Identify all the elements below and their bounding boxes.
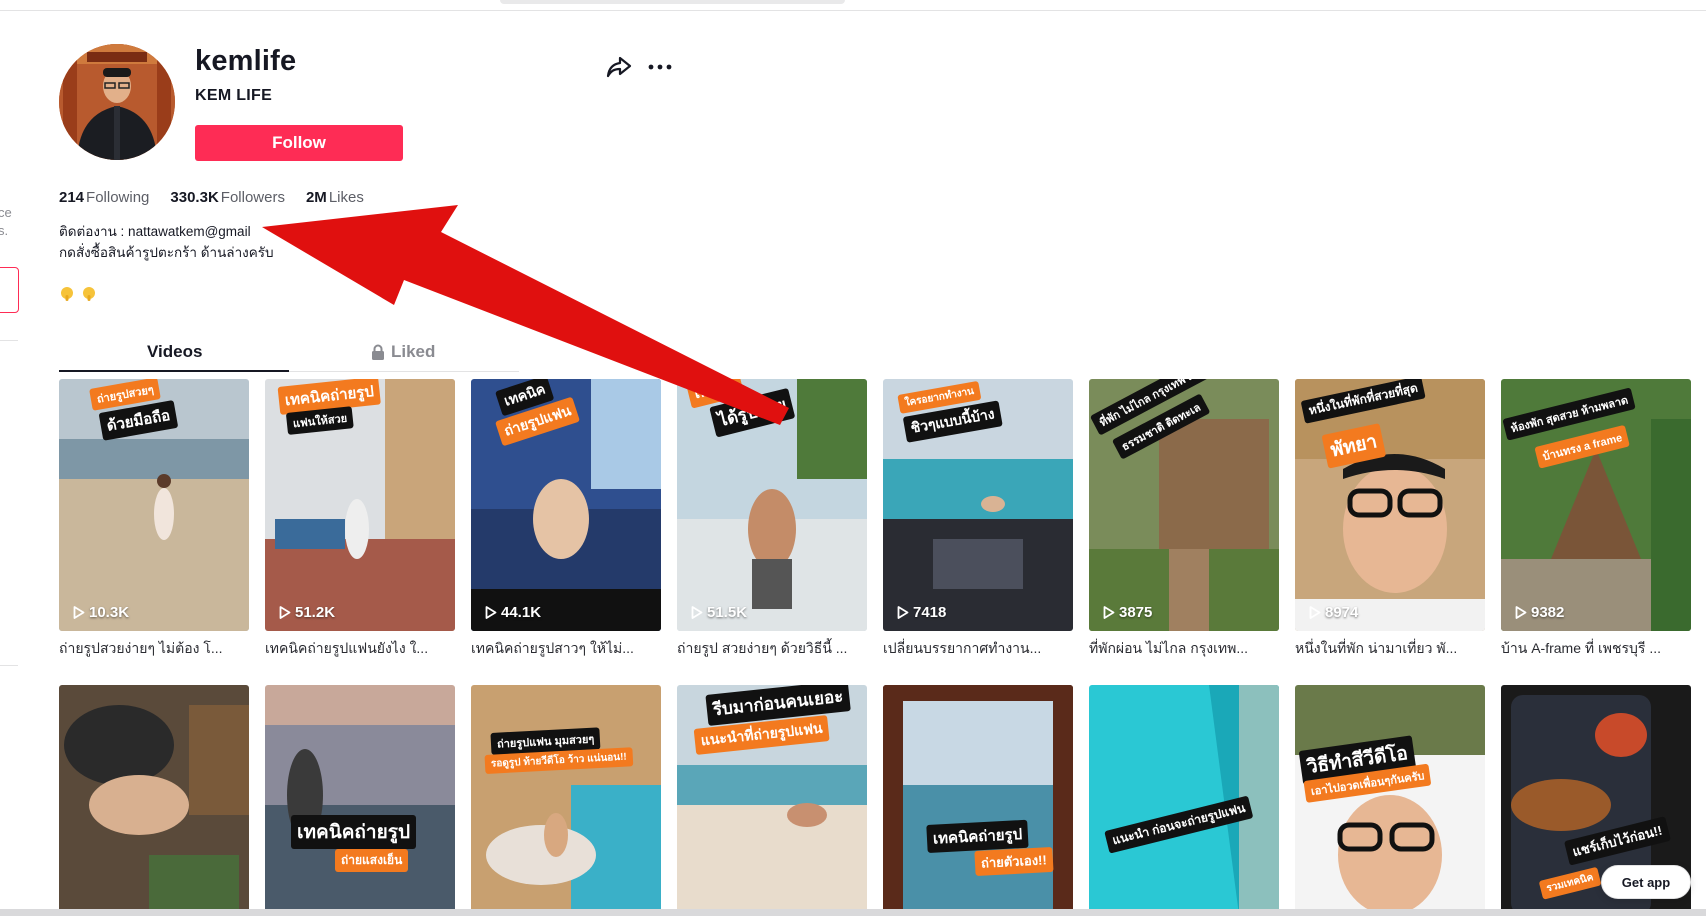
view-count-value: 51.5K — [707, 604, 748, 621]
video-card[interactable]: เทคนิคถ่ายรูป ถ่ายตัวเอง!! — [883, 685, 1073, 915]
more-icon[interactable] — [647, 57, 673, 77]
point-down-emoji — [61, 287, 73, 301]
video-caption[interactable]: เทคนิคถ่ายรูปสาวๆ ให้ไม่... — [471, 638, 661, 660]
video-caption[interactable]: เทคนิคถ่ายรูปแฟนยังไง ใ... — [265, 638, 455, 660]
video-card[interactable]: แนะนำ ก่อนจะถ่ายรูปแฟน — [1089, 685, 1279, 915]
bio-line: กดสั่งซื้อสินค้ารูปตะกร้า ด้านล่างครับ — [59, 245, 274, 260]
nickname: KEM LIFE — [195, 87, 273, 104]
profile-page: ce s. kemlife KEM LIFE Follow 214 Followi… — [0, 0, 1706, 916]
video-card[interactable]: เทคนิคถ่ายรูป ถ่ายแสงเย็น — [265, 685, 455, 915]
video-thumbnail[interactable]: หนึ่งในที่พักที่สวยที่สุด พัทยา 8974 — [1295, 379, 1485, 631]
video-caption[interactable]: ถ่ายรูปสวยง่ายๆ ไม่ต้อง โ... — [59, 638, 249, 660]
video-card[interactable]: ถ่ายรูปสวยๆ ด้วยมือถือ 10.3K ถ่ายรูปสวยง… — [59, 379, 249, 660]
tab-divider — [289, 371, 519, 372]
play-icon — [1309, 606, 1321, 619]
sidebar-text-fragment: s. — [0, 223, 9, 238]
video-card[interactable]: วิธีทำสีวีดีโอ เอาไปอวดเพื่อนๆกันครับ — [1295, 685, 1485, 915]
video-card[interactable]: ห้องพัก สุดสวย ห้ามพลาด บ้านทรง a frame … — [1501, 379, 1691, 660]
video-thumbnail[interactable]: เทคนิคถ่ายรูป แฟนให้สวย 51.2K — [265, 379, 455, 631]
video-caption[interactable]: ที่พักผ่อน ไม่ไกล กรุงเทพ... — [1089, 638, 1279, 660]
view-count: 8974 — [1309, 604, 1358, 621]
video-caption[interactable]: ถ่ายรูป สวยง่ายๆ ด้วยวิธีนี้ ... — [677, 638, 867, 660]
play-icon — [897, 606, 909, 619]
video-caption[interactable]: หนึ่งในที่พัก น่ามาเที่ยว พั... — [1295, 638, 1485, 660]
view-count: 10.3K — [73, 604, 129, 621]
view-count-value: 10.3K — [89, 604, 130, 621]
bio: ติดต่องาน : nattawatkem@gmail กดสั่งซื้อ… — [59, 221, 274, 263]
view-count-value: 9382 — [1531, 604, 1565, 621]
video-thumbnail[interactable]: แนะนำ ก่อนจะถ่ายรูปแฟน — [1089, 685, 1279, 915]
video-card[interactable]: ที่พัก ไม่ไกล กรุงเทพ เน้น ธรรมชาติ ติดท… — [1089, 379, 1279, 660]
video-card[interactable] — [59, 685, 249, 915]
tab-videos[interactable]: Videos — [147, 342, 202, 362]
video-thumbnail[interactable]: รีบมาก่อนคนเยอะ แนะนำที่ถ่ายรูปแฟน — [677, 685, 867, 915]
profile-tabs: Videos Liked — [59, 338, 519, 372]
view-count: 9382 — [1515, 604, 1564, 621]
sidebar-login-button[interactable] — [0, 267, 19, 313]
lock-icon — [372, 344, 384, 360]
video-card[interactable]: เทคนิคถ่ายรูป แฟนให้สวย 51.2K เทคนิคถ่าย… — [265, 379, 455, 660]
video-overlay-text: ถ่ายแสงเย็น — [335, 849, 409, 872]
view-count-value: 44.1K — [501, 604, 542, 621]
play-icon — [485, 606, 497, 619]
video-overlay-text: เทคนิคถ่ายรูป — [291, 815, 416, 849]
video-thumbnail[interactable]: ถ่ายรูปสวยๆ ด้วยมือถือ 10.3K — [59, 379, 249, 631]
view-count: 51.2K — [279, 604, 335, 621]
video-card[interactable]: หนึ่งในที่พักที่สวยที่สุด พัทยา 8974 หนึ… — [1295, 379, 1485, 660]
video-thumbnail[interactable]: ใครอยากทำงาน ชิวๆแบบนี้บ้าง 7418 — [883, 379, 1073, 631]
video-thumbnail[interactable]: วิธีทำสีวีดีโอ เอาไปอวดเพื่อนๆกันครับ — [1295, 685, 1485, 915]
tab-liked[interactable]: Liked — [371, 342, 435, 362]
video-card[interactable]: ถ่ายรูปแฟน มุมสวยๆ รอดูรูป ท้ายวีดีโอ ว้… — [471, 685, 661, 915]
video-thumbnail[interactable]: เทคนิค ถ่ายรูปแฟน 44.1K — [471, 379, 661, 631]
video-overlay-text: ถ่ายตัวเอง!! — [974, 846, 1054, 876]
play-icon — [691, 606, 703, 619]
stat-following[interactable]: 214 Following — [59, 189, 149, 206]
stat-likes: 2M Likes — [305, 189, 364, 206]
top-bar — [0, 0, 1706, 11]
bottom-scrollbar[interactable] — [0, 909, 1706, 916]
search-bar[interactable] — [500, 0, 845, 4]
sidebar-divider — [0, 665, 18, 666]
play-icon — [1515, 606, 1527, 619]
tab-active-indicator — [59, 370, 289, 372]
video-card[interactable]: ใครอยากทำงาน ชิวๆแบบนี้บ้าง 7418 เปลี่ยน… — [883, 379, 1073, 660]
view-count-value: 7418 — [913, 604, 947, 621]
view-count-value: 3875 — [1119, 604, 1153, 621]
share-icon[interactable] — [605, 53, 633, 81]
video-caption[interactable]: เปลี่ยนบรรยากาศทำงาน... — [883, 638, 1073, 660]
avatar[interactable] — [59, 44, 175, 160]
view-count: 3875 — [1103, 604, 1152, 621]
video-thumbnail[interactable]: ที่พัก ไม่ไกล กรุงเทพ เน้น ธรรมชาติ ติดท… — [1089, 379, 1279, 631]
follow-button[interactable]: Follow — [195, 125, 403, 161]
video-card[interactable]: เทคนิค ถ่ายรูปแฟน 44.1K เทคนิคถ่ายรูปสาว… — [471, 379, 661, 660]
video-thumbnail[interactable] — [59, 685, 249, 915]
video-thumbnail[interactable]: เทคนิคถ่ายรูป ถ่ายตัวเอง!! — [883, 685, 1073, 915]
profile-stats: 214 Following 330.3K Followers 2M Likes — [59, 189, 364, 206]
play-icon — [1103, 606, 1115, 619]
video-card[interactable]: เทคนิค ได้รูปสวย 51.5K ถ่ายรูป สวยง่ายๆ … — [677, 379, 867, 660]
view-count-value: 51.2K — [295, 604, 336, 621]
view-count: 44.1K — [485, 604, 541, 621]
username: kemlife — [195, 45, 297, 77]
video-thumbnail[interactable]: ห้องพัก สุดสวย ห้ามพลาด บ้านทรง a frame … — [1501, 379, 1691, 631]
sidebar-divider — [0, 340, 18, 341]
play-icon — [73, 606, 85, 619]
play-icon — [279, 606, 291, 619]
view-count-value: 8974 — [1325, 604, 1359, 621]
video-card[interactable]: รีบมาก่อนคนเยอะ แนะนำที่ถ่ายรูปแฟน — [677, 685, 867, 915]
stat-followers[interactable]: 330.3K Followers — [170, 189, 285, 206]
bio-emojis — [59, 286, 97, 302]
video-thumbnail[interactable]: ถ่ายรูปแฟน มุมสวยๆ รอดูรูป ท้ายวีดีโอ ว้… — [471, 685, 661, 915]
view-count: 7418 — [897, 604, 946, 621]
video-thumbnail[interactable]: เทคนิค ได้รูปสวย 51.5K — [677, 379, 867, 631]
tab-liked-label: Liked — [391, 342, 436, 361]
view-count: 51.5K — [691, 604, 747, 621]
video-thumbnail[interactable]: เทคนิคถ่ายรูป ถ่ายแสงเย็น — [265, 685, 455, 915]
sidebar-text-fragment: ce — [0, 205, 12, 220]
left-sidebar-edge: ce s. — [0, 175, 20, 915]
bio-line: ติดต่องาน : nattawatkem@gmail — [59, 224, 251, 239]
video-caption[interactable]: บ้าน A-frame ที่ เพชรบุรี ... — [1501, 638, 1691, 660]
point-down-emoji — [83, 287, 95, 301]
get-app-button[interactable]: Get app — [1601, 865, 1691, 899]
